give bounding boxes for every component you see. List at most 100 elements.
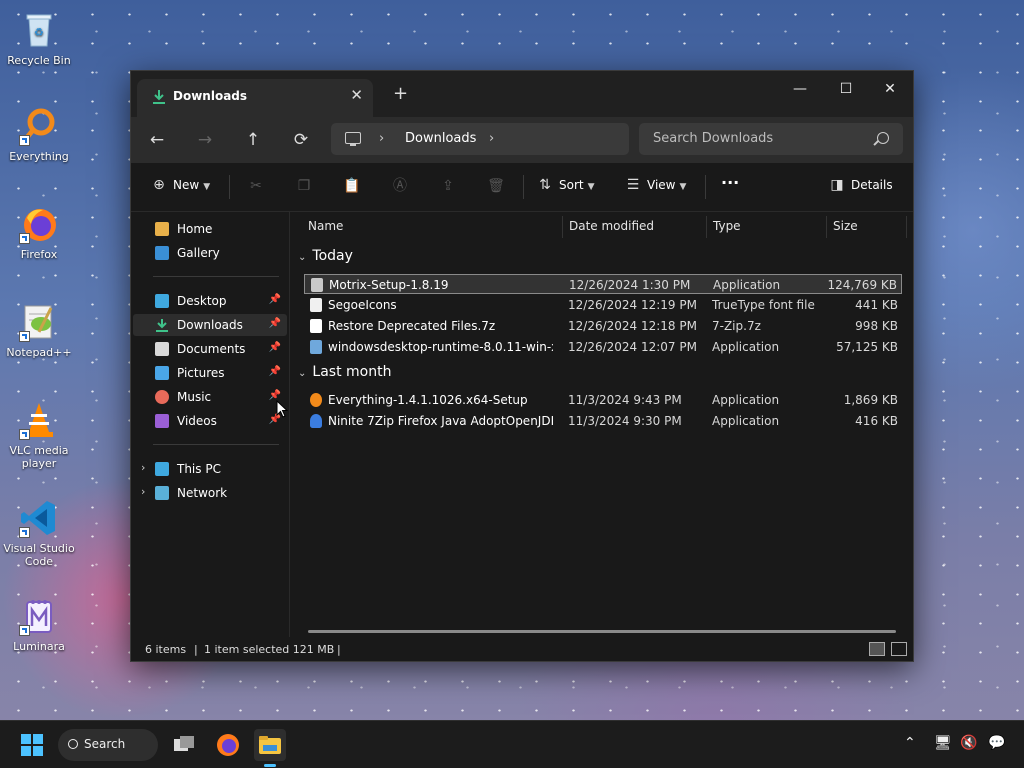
close-tab-icon[interactable]: ✕: [350, 86, 363, 104]
volume-muted-icon[interactable]: 🔇: [960, 735, 977, 751]
column-divider[interactable]: [706, 216, 707, 238]
this-pc-icon: [345, 132, 361, 146]
shortcut-arrow-icon: [19, 331, 30, 342]
sidebar-item-documents[interactable]: Documents 📌: [133, 338, 287, 360]
table-row[interactable]: SegoeIcons 12/26/2024 12:19 PM TrueType …: [304, 295, 902, 315]
taskbar-firefox[interactable]: [212, 729, 244, 761]
search-box[interactable]: Search Downloads: [639, 123, 903, 155]
notepadpp-icon: [19, 302, 59, 342]
sort-button[interactable]: ⇅ Sort ▼: [537, 177, 594, 193]
recycle-bin-icon: ♻: [19, 10, 59, 50]
table-row[interactable]: Motrix-Setup-1.8.19 12/26/2024 1:30 PM A…: [304, 274, 902, 294]
tiles-view-toggle-icon[interactable]: [891, 642, 907, 656]
delete-icon[interactable]: 🗑: [485, 175, 507, 197]
pin-icon[interactable]: 📌: [269, 294, 281, 305]
sidebar-item-label: Documents: [177, 342, 246, 356]
network-icon[interactable]: 🖥: [934, 735, 952, 751]
column-divider[interactable]: [906, 216, 907, 238]
new-button[interactable]: ⊕ New ▼: [151, 177, 210, 193]
column-header-name[interactable]: Name: [308, 212, 343, 240]
chevron-right-icon[interactable]: ›: [141, 461, 145, 474]
column-header-size[interactable]: Size: [833, 212, 858, 240]
download-arrow-icon: [151, 89, 167, 105]
desktop-icon-vlc[interactable]: VLC media player: [2, 400, 76, 470]
refresh-button[interactable]: ⟳: [286, 126, 316, 154]
plus-circle-icon: ⊕: [153, 177, 165, 193]
table-row[interactable]: Everything-1.4.1.1026.x64-Setup 11/3/202…: [304, 390, 902, 410]
task-view-button[interactable]: [168, 729, 200, 761]
firefox-icon: [19, 204, 59, 244]
horizontal-scrollbar[interactable]: [308, 630, 896, 633]
details-pane-button[interactable]: ◨ Details: [829, 177, 892, 193]
column-divider[interactable]: [826, 216, 827, 238]
table-row[interactable]: Ninite 7Zip Firefox Java AdoptOpenJDK x.…: [304, 411, 902, 431]
column-divider[interactable]: [562, 216, 563, 238]
group-header-last-month[interactable]: ⌄ Last month: [298, 364, 391, 380]
search-input[interactable]: Search Downloads: [653, 131, 773, 146]
chevron-up-icon[interactable]: ⌃: [904, 735, 916, 751]
title-bar[interactable]: Downloads ✕ + — ☐ ✕: [131, 71, 913, 117]
new-tab-button[interactable]: +: [393, 83, 408, 104]
address-bar[interactable]: › Downloads ›: [331, 123, 629, 155]
rename-icon[interactable]: Ⓐ: [389, 175, 411, 197]
pin-icon[interactable]: 📌: [269, 318, 281, 329]
start-button[interactable]: [16, 729, 48, 761]
notifications-icon[interactable]: 💬: [988, 735, 1005, 751]
table-row[interactable]: Restore Deprecated Files.7z 12/26/2024 1…: [304, 316, 902, 336]
taskbar-file-explorer[interactable]: [254, 729, 286, 767]
column-header-type[interactable]: Type: [713, 212, 741, 240]
column-header-date[interactable]: Date modified: [569, 212, 654, 240]
pin-icon[interactable]: 📌: [269, 342, 281, 353]
back-button[interactable]: ←: [142, 126, 172, 154]
sidebar-item-gallery[interactable]: Gallery: [133, 242, 287, 264]
shortcut-arrow-icon: [19, 135, 30, 146]
sidebar-item-music[interactable]: Music 📌: [133, 386, 287, 408]
desktop-icon-luminara[interactable]: Luminara: [2, 596, 76, 653]
chevron-right-icon[interactable]: ›: [489, 131, 494, 146]
sidebar-item-downloads[interactable]: Downloads 📌: [133, 314, 287, 336]
sidebar-item-videos[interactable]: Videos 📌: [133, 410, 287, 432]
download-arrow-icon: [155, 318, 169, 332]
sidebar-item-desktop[interactable]: Desktop 📌: [133, 290, 287, 312]
taskbar-search[interactable]: Search: [58, 729, 158, 761]
everything-search-icon: [19, 106, 59, 146]
minimize-button[interactable]: —: [777, 75, 823, 103]
sidebar-item-network[interactable]: › Network: [133, 482, 287, 504]
view-button[interactable]: ☰ View ▼: [625, 177, 687, 193]
more-options-button[interactable]: ···: [721, 173, 739, 192]
sidebar-item-pictures[interactable]: Pictures 📌: [133, 362, 287, 384]
desktop-icon-firefox[interactable]: Firefox: [2, 204, 76, 261]
desktop-icon-recycle-bin[interactable]: ♻ Recycle Bin: [2, 10, 76, 67]
table-row[interactable]: windowsdesktop-runtime-8.0.11-win-x64 12…: [304, 337, 902, 357]
sidebar-item-label: This PC: [177, 462, 221, 476]
vscode-icon: [19, 498, 59, 538]
sidebar-item-this-pc[interactable]: › This PC: [133, 458, 287, 480]
up-button[interactable]: ↑: [238, 126, 268, 154]
chevron-right-icon[interactable]: ›: [379, 131, 384, 146]
close-window-button[interactable]: ✕: [867, 75, 913, 103]
pin-icon[interactable]: 📌: [269, 366, 281, 377]
share-icon[interactable]: ⇪: [437, 175, 459, 197]
pictures-icon: [155, 366, 169, 380]
desktop-icon-everything[interactable]: Everything: [2, 106, 76, 163]
command-bar: ⊕ New ▼ ✂ ❐ 📋 Ⓐ ⇪ 🗑 ⇅ Sort ▼ ☰ View ▼ ··· ◨ Det…: [131, 163, 913, 212]
details-view-toggle-icon[interactable]: [869, 642, 885, 656]
file-date: 12/26/2024 1:30 PM: [569, 278, 691, 292]
desktop-icon-notepadpp[interactable]: Notepad++: [2, 302, 76, 359]
sidebar-item-home[interactable]: Home: [133, 218, 287, 240]
navigation-bar: ← → ↑ ⟳ › Downloads › Search Downloads: [131, 117, 913, 163]
chevron-down-icon: ▼: [203, 182, 211, 192]
cut-icon[interactable]: ✂: [245, 175, 267, 197]
forward-button[interactable]: →: [190, 126, 220, 154]
desktop-icon-label: Everything: [9, 150, 69, 163]
desktop-icon-vscode[interactable]: Visual Studio Code: [2, 498, 76, 568]
desktop-icon-label: VLC media player: [9, 444, 69, 470]
breadcrumb-downloads[interactable]: Downloads: [405, 131, 476, 146]
chevron-right-icon[interactable]: ›: [141, 485, 145, 498]
group-header-today[interactable]: ⌄ Today: [298, 248, 353, 264]
paste-icon[interactable]: 📋: [341, 175, 363, 197]
chevron-down-icon: ▼: [679, 182, 687, 192]
maximize-button[interactable]: ☐: [823, 75, 869, 103]
copy-icon[interactable]: ❐: [293, 175, 315, 197]
tab-downloads[interactable]: Downloads ✕: [137, 79, 373, 117]
